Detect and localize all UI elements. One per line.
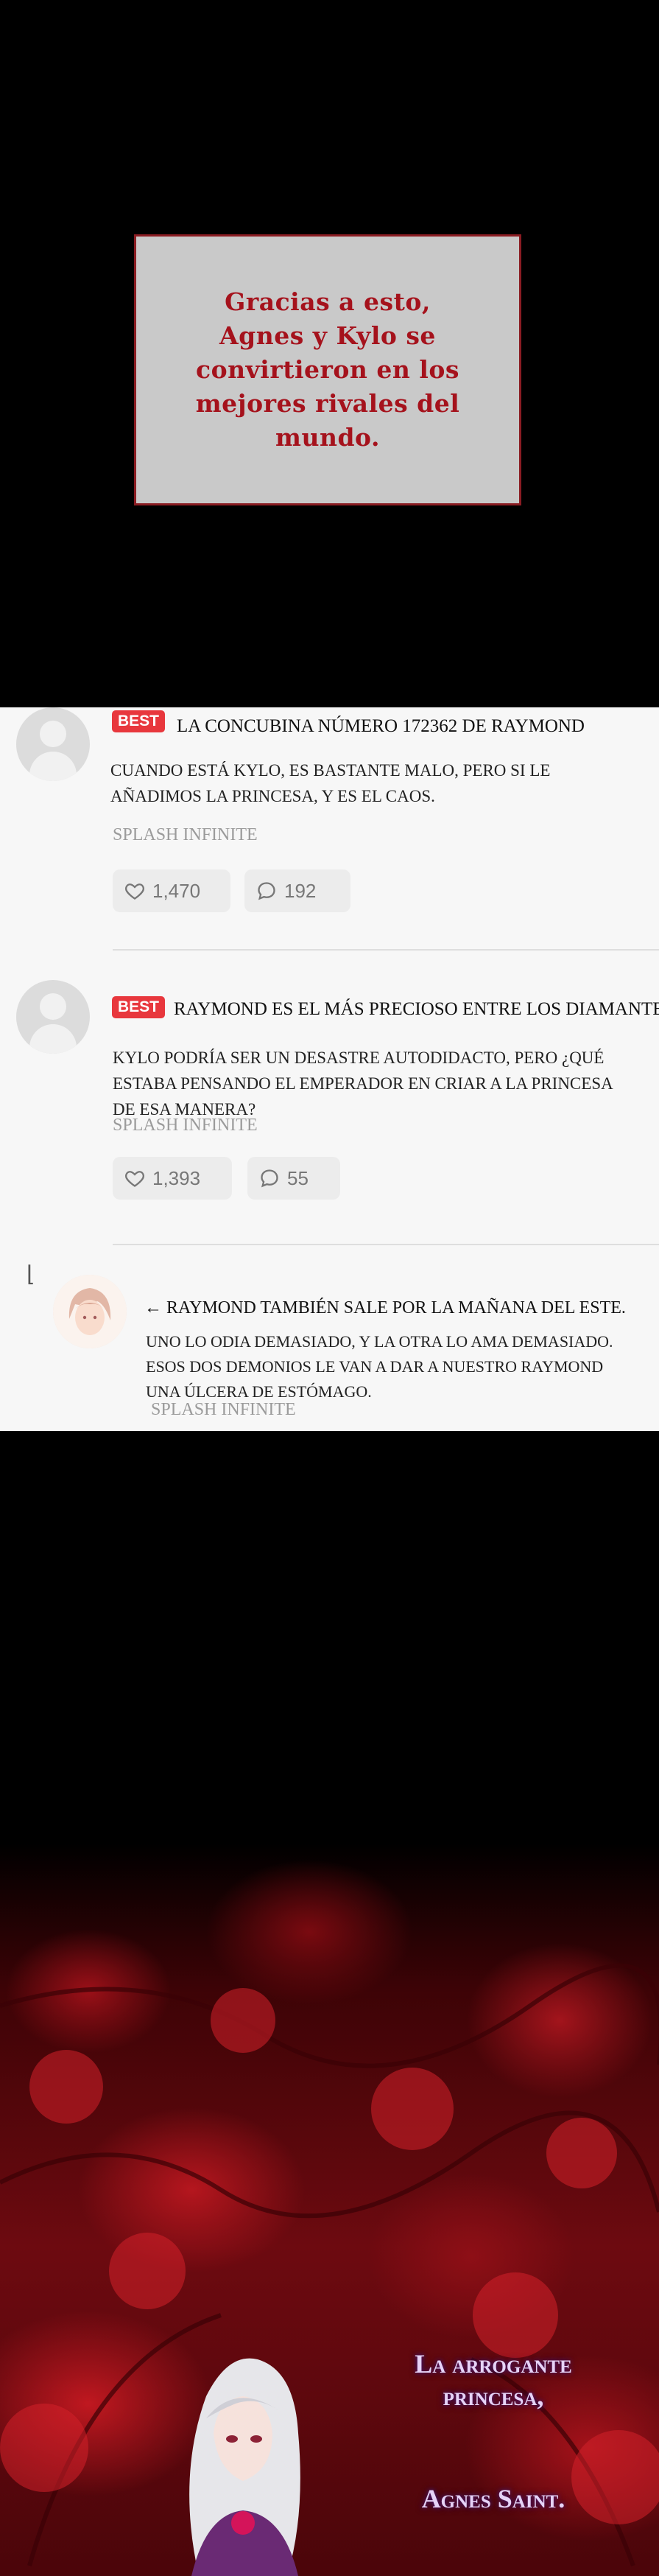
reply-author[interactable]: SPLASH INFINITE bbox=[151, 1400, 296, 1420]
best-badge: BEST bbox=[112, 996, 166, 1018]
heart-icon bbox=[125, 1171, 144, 1187]
reply-indent-icon: ⌊ bbox=[27, 1261, 35, 1287]
reply-button[interactable]: 192 bbox=[244, 869, 350, 912]
caption-box: Gracias a esto, Agnes y Kylo se convirti… bbox=[134, 234, 521, 505]
caption-text: Gracias a esto, Agnes y Kylo se convirti… bbox=[195, 287, 460, 452]
like-count: 1,470 bbox=[152, 879, 201, 902]
comment-body: KYLO PODRÍA SER UN DESASTRE AUTODIDACTO,… bbox=[113, 1049, 613, 1119]
reply-button[interactable]: 55 bbox=[247, 1157, 340, 1200]
comment-author[interactable]: SPLASH INFINITE bbox=[113, 1116, 258, 1135]
title-card-line2: Agnes Saint. bbox=[421, 2484, 565, 2513]
character-illustration bbox=[189, 2358, 300, 2576]
reply-count: 192 bbox=[284, 879, 317, 902]
heart-icon bbox=[125, 883, 144, 900]
comment-title: LA CONCUBINA NÚMERO 172362 DE RAYMOND bbox=[177, 716, 585, 736]
avatar-body bbox=[29, 752, 77, 781]
divider bbox=[113, 949, 659, 951]
comments-section: BEST LA CONCUBINA NÚMERO 172362 DE RAYMO… bbox=[0, 707, 659, 1431]
divider bbox=[113, 1244, 659, 1245]
reply-title: ← RAYMOND TAMBIÉN SALE POR LA MAÑANA DEL… bbox=[144, 1298, 626, 1317]
reply-body: UNO LO ODIA DEMASIADO, Y LA OTRA LO AMA … bbox=[146, 1332, 613, 1401]
avatar-body bbox=[29, 1024, 77, 1054]
avatar[interactable] bbox=[53, 1275, 127, 1348]
character-portrait-icon bbox=[53, 1275, 127, 1348]
reply-count: 55 bbox=[287, 1166, 309, 1189]
speech-bubble-icon bbox=[258, 882, 275, 900]
speech-bubble-icon bbox=[261, 1169, 278, 1188]
avatar[interactable] bbox=[16, 980, 90, 1054]
title-card-line1: La arrogante princesa, bbox=[415, 2349, 572, 2411]
like-count: 1,393 bbox=[152, 1166, 201, 1189]
avatar-head bbox=[40, 993, 66, 1020]
top-panel: Gracias a esto, Agnes y Kylo se convirti… bbox=[0, 0, 659, 707]
best-badge: BEST bbox=[112, 710, 166, 732]
comment-body: CUANDO ESTÁ KYLO, ES BASTANTE MALO, PERO… bbox=[110, 761, 551, 805]
comment-author[interactable]: SPLASH INFINITE bbox=[113, 825, 258, 845]
bottom-panel: La arrogante princesa, Agnes Saint. bbox=[0, 1431, 659, 2576]
avatar-head bbox=[40, 721, 66, 747]
like-button[interactable]: 1,393 bbox=[113, 1157, 232, 1200]
comment-title: RAYMOND ES EL MÁS PRECIOSO ENTRE LOS DIA… bbox=[174, 999, 659, 1019]
avatar[interactable] bbox=[16, 707, 90, 781]
like-button[interactable]: 1,470 bbox=[113, 869, 230, 912]
